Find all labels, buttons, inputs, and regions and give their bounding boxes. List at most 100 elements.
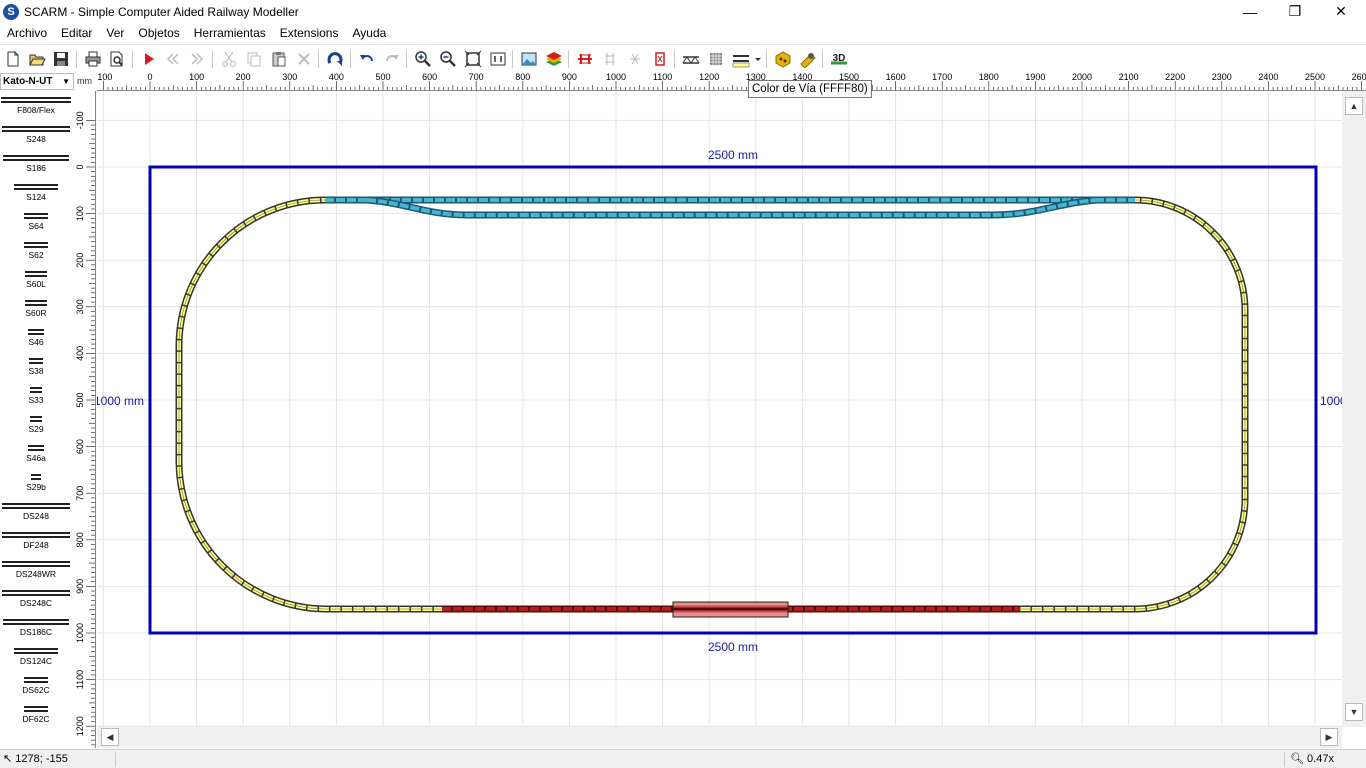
- ruler-label: 800: [75, 532, 85, 547]
- dim-left-label: 1000 mm: [97, 394, 144, 408]
- delete-icon[interactable]: [293, 48, 315, 70]
- minimize-button[interactable]: —: [1227, 0, 1273, 23]
- rotate-icon[interactable]: [324, 48, 346, 70]
- library-item[interactable]: S29: [0, 410, 74, 439]
- library-item[interactable]: DS248C: [0, 584, 74, 613]
- zoom-icon: 🔍︎: [1290, 753, 1304, 765]
- track-piece-icon: [24, 242, 48, 248]
- track-red-icon[interactable]: [574, 48, 596, 70]
- copy-icon[interactable]: [243, 48, 265, 70]
- save-icon[interactable]: [50, 48, 72, 70]
- library-item[interactable]: S38: [0, 352, 74, 381]
- zoom-out-icon[interactable]: [437, 48, 459, 70]
- red-station-track[interactable]: [442, 601, 1019, 618]
- track-piece-icon: [25, 271, 47, 277]
- print-preview-icon[interactable]: [106, 48, 128, 70]
- restore-button[interactable]: ❐: [1272, 0, 1318, 23]
- library-item[interactable]: S46a: [0, 439, 74, 468]
- library-item[interactable]: S64: [0, 207, 74, 236]
- layers-icon[interactable]: [543, 48, 565, 70]
- scroll-down-icon[interactable]: ▼: [1345, 703, 1363, 721]
- scroll-right-icon[interactable]: ▶: [1320, 728, 1338, 746]
- library-item[interactable]: S60R: [0, 294, 74, 323]
- bridge-icon[interactable]: [680, 48, 702, 70]
- track-piece-icon: [3, 619, 69, 625]
- library-item[interactable]: S29b: [0, 468, 74, 497]
- library-item[interactable]: S248: [0, 120, 74, 149]
- ruler-label: -100: [97, 72, 112, 82]
- library-item[interactable]: S186: [0, 149, 74, 178]
- track-piece-icon: [2, 503, 70, 509]
- cut-icon[interactable]: [218, 48, 240, 70]
- menu-herramientas[interactable]: Herramientas: [187, 23, 273, 43]
- zoom-in-icon[interactable]: [412, 48, 434, 70]
- scroll-up-icon[interactable]: ▲: [1345, 97, 1363, 115]
- ruler-label: 700: [75, 486, 85, 501]
- step-forward-icon[interactable]: [186, 48, 208, 70]
- library-item[interactable]: DF248: [0, 526, 74, 555]
- menu-objetos[interactable]: Objetos: [131, 23, 186, 43]
- menu-archivo[interactable]: Archivo: [0, 23, 54, 43]
- menu-ayuda[interactable]: Ayuda: [345, 23, 393, 43]
- title-bar: S SCARM - Simple Computer Aided Railway …: [0, 0, 1366, 23]
- dropdown-icon[interactable]: [752, 48, 764, 70]
- redo-icon[interactable]: [381, 48, 403, 70]
- library-item[interactable]: DS62C: [0, 671, 74, 700]
- ruler-label: 900: [75, 579, 85, 594]
- object-icon[interactable]: [772, 48, 794, 70]
- 3d-icon[interactable]: 3D: [828, 48, 850, 70]
- horizontal-ruler-ticks: -100 0 100 200 300 400 500 600 700 800 900 1000 1100…: [97, 72, 1366, 90]
- library-item[interactable]: S124: [0, 178, 74, 207]
- library-item-label: DS248C: [19, 598, 53, 608]
- ruler-label: 2200: [1165, 72, 1185, 82]
- background-icon[interactable]: [518, 48, 540, 70]
- run-icon[interactable]: [138, 48, 160, 70]
- step-back-icon[interactable]: [162, 48, 184, 70]
- library-item[interactable]: F808/Flex: [0, 91, 74, 120]
- menu-extensions[interactable]: Extensions: [273, 23, 346, 43]
- track-piece-icon: [14, 184, 58, 190]
- library-item[interactable]: S46: [0, 323, 74, 352]
- library-item-label: DS186C: [19, 627, 53, 637]
- close-button[interactable]: ✕: [1318, 0, 1364, 23]
- scroll-left-icon[interactable]: ◀: [101, 728, 119, 746]
- track-piece-icon: [30, 416, 42, 422]
- track-flex-icon[interactable]: [599, 48, 621, 70]
- track-piece-icon: [3, 155, 69, 161]
- layout-canvas[interactable]: 2500 mm 2500 mm 1000 mm 1000 mm: [97, 91, 1342, 727]
- library-item[interactable]: S33: [0, 381, 74, 410]
- blue-siding-track[interactable]: [325, 196, 1135, 219]
- track-gray-icon[interactable]: [624, 48, 646, 70]
- track-piece-icon: [14, 648, 58, 654]
- menu-ver[interactable]: Ver: [99, 23, 131, 43]
- yellow-track-loop[interactable]: [175, 196, 1249, 613]
- library-item-label: S60R: [25, 308, 47, 318]
- track-color-icon[interactable]: [730, 48, 752, 70]
- zoom-1-1-icon[interactable]: [487, 48, 509, 70]
- ruler-label: 500: [375, 72, 390, 82]
- ruler-label: 400: [75, 346, 85, 361]
- undo-icon[interactable]: [356, 48, 378, 70]
- print-icon[interactable]: [82, 48, 104, 70]
- library-item[interactable]: DS248: [0, 497, 74, 526]
- library-item[interactable]: DF62C: [0, 700, 74, 729]
- new-icon[interactable]: [2, 48, 24, 70]
- menu-editar[interactable]: Editar: [54, 23, 99, 43]
- library-item-label: S186: [26, 163, 46, 173]
- paste-icon[interactable]: [268, 48, 290, 70]
- library-item[interactable]: S62: [0, 236, 74, 265]
- grid-icon[interactable]: [705, 48, 727, 70]
- open-icon[interactable]: [26, 48, 48, 70]
- vertical-scrollbar[interactable]: ▲ ▼: [1342, 91, 1366, 727]
- track-cut-icon[interactable]: [649, 48, 671, 70]
- library-item[interactable]: DS124C: [0, 642, 74, 671]
- library-select[interactable]: Kato-N-UT ▼: [0, 73, 74, 90]
- library-item[interactable]: S60L: [0, 265, 74, 294]
- measure-icon[interactable]: [797, 48, 819, 70]
- horizontal-scrollbar[interactable]: ◀ ▶: [97, 727, 1342, 748]
- library-item[interactable]: DS248WR: [0, 555, 74, 584]
- library-item-label: S62: [28, 250, 44, 260]
- library-item[interactable]: DS186C: [0, 613, 74, 642]
- layout-drawing[interactable]: 2500 mm 2500 mm 1000 mm 1000 mm: [97, 91, 1342, 727]
- zoom-fit-icon[interactable]: [462, 48, 484, 70]
